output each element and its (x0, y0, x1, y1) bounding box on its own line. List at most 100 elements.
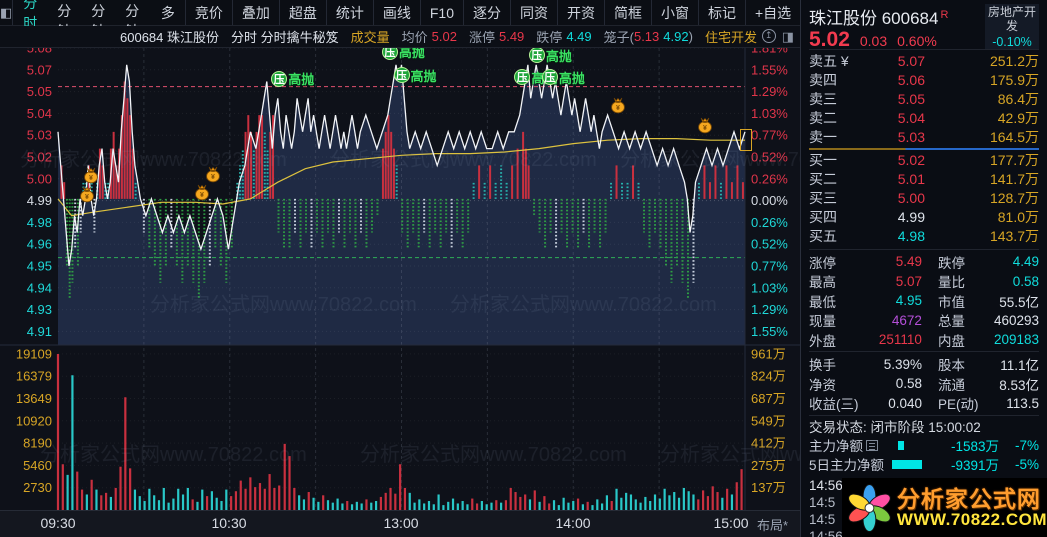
stat-label: 流通 (938, 377, 965, 393)
price-change-pct: 0.60% (897, 33, 937, 49)
stat-value: 0.58 (895, 376, 922, 392)
tool-item-6[interactable]: 逐分 (463, 0, 510, 25)
ask-volume: 164.5万 (989, 129, 1039, 146)
ask-label: 卖四 (809, 72, 837, 89)
time-tick-09:30: 09:30 (40, 515, 76, 531)
bid-row-4[interactable]: 买五 4.98 143.7万 (809, 227, 1039, 246)
stat-label: 收益(三) (809, 397, 859, 413)
stat-value: 0.040 (888, 395, 922, 411)
bid-row-1[interactable]: 买二 5.01 141.7万 (809, 170, 1039, 189)
stat-label: 涨停 (809, 255, 836, 271)
ask-price: 5.04 (897, 110, 925, 127)
price-axis-label: 5.03 (27, 128, 52, 143)
ask-label: 卖三 (809, 91, 837, 108)
tool-item-7[interactable]: 同资 (510, 0, 557, 25)
volume-amount-label: 824万 (751, 369, 786, 384)
vendor-url[interactable]: WWW.70822.COM (897, 510, 1047, 529)
volume-indicator-label[interactable]: 成交量 (351, 27, 390, 46)
price-axis-label: 5.07 (27, 62, 52, 77)
panel-layout-icon[interactable]: ◨ (782, 29, 794, 45)
ask-row-4[interactable]: 卖一 5.03 164.5万 (809, 128, 1039, 147)
tool-item-0[interactable]: 竞价 (184, 0, 232, 25)
cage-lower-value: 4.92 (663, 29, 689, 44)
industry-box[interactable]: 房地产开发 -0.10% (985, 4, 1039, 49)
chart-header: 600684 珠江股份 分时 分时擒牛秘笈 成交量 均价 5.02 涨停 5.4… (0, 26, 800, 48)
cage-label: 笼子( (603, 30, 634, 45)
tool-item-9[interactable]: 简框 (604, 0, 651, 25)
bid-row-3[interactable]: 买四 4.99 81.0万 (809, 208, 1039, 227)
stat-value: 113.5 (1006, 395, 1039, 411)
tool-item-1[interactable]: 叠加 (231, 0, 279, 25)
ask-levels: 卖五 ¥ 5.07 251.2万 卖四 5.06 175.9万 卖三 5.05 86.4万 卖二 5… (809, 52, 1039, 147)
price-axis-label: 4.96 (27, 237, 52, 252)
bid-label: 买五 (809, 228, 837, 245)
flow5-value: -9391万 (950, 458, 999, 474)
stock-app-window: ◧ 分时1分钟5分钟15分钟更多 〉 竞价叠加超盘统计画线F10逐分同资开资简框… (0, 0, 1047, 537)
ask-row-2[interactable]: 卖三 5.05 86.4万 (809, 90, 1039, 109)
bid-row-0[interactable]: 买一 5.02 177.7万 (809, 151, 1039, 170)
stat-value: 0.58 (1012, 273, 1039, 289)
tool-item-3[interactable]: 统计 (325, 0, 373, 25)
sidebar-toggle-icon[interactable]: ◧ (0, 0, 14, 25)
ask-price: 5.03 (897, 129, 925, 146)
avg-price-value: 5.02 (431, 29, 457, 44)
tool-item-5[interactable]: F10 (419, 0, 463, 25)
ask-row-0[interactable]: 卖五 ¥ 5.07 251.2万 (809, 52, 1039, 71)
stats-row-0: 涨停 5.49 跌停 4.49 (809, 252, 1039, 272)
pct-axis-label: 1.29% (751, 84, 788, 99)
ask-volume: 175.9万 (989, 72, 1039, 89)
sector-tag[interactable]: 住宅开发 (705, 27, 757, 46)
stat-value: 5.07 (895, 273, 922, 289)
tool-item-8[interactable]: 开资 (557, 0, 604, 25)
tool-item-4[interactable]: 画线 (372, 0, 420, 25)
bid-volume: 141.7万 (989, 171, 1039, 188)
stat-label: PE(动) (938, 397, 979, 413)
ask-row-3[interactable]: 卖二 5.04 42.9万 (809, 109, 1039, 128)
main-flow-bar (898, 440, 904, 450)
last-price: 5.02 (809, 28, 850, 51)
stat-label: 跌停 (938, 255, 965, 271)
chart-code-name: 600684 珠江股份 (120, 30, 219, 45)
pct-axis-label: 0.52% (751, 150, 788, 165)
ask-row-1[interactable]: 卖四 5.06 175.9万 (809, 71, 1039, 90)
bid-label: 买四 (809, 209, 837, 226)
stats-row-2: 最低 4.95 市值 55.5亿 (809, 291, 1039, 311)
bid-row-2[interactable]: 买三 5.00 128.7万 (809, 189, 1039, 208)
margin-tag: R (940, 9, 949, 22)
stat-label: 总量 (937, 314, 965, 330)
tool-item-2[interactable]: 超盘 (278, 0, 326, 25)
price-axis-label: 5.00 (27, 171, 52, 186)
vendor-name: 分析家公式网 (896, 485, 1041, 512)
stat-label: 内盘 (937, 333, 965, 349)
price-axis-label: 4.94 (27, 280, 52, 295)
layout-corner-label[interactable]: 布局* (757, 515, 788, 534)
main-flow-pct: -7% (1014, 437, 1039, 453)
pct-axis-label: 1.55% (751, 62, 788, 77)
tool-item-11[interactable]: 标记 (698, 0, 745, 25)
bid-price: 4.98 (897, 228, 925, 245)
price-axis-label: 4.91 (27, 324, 52, 339)
tool-item-12[interactable]: +自选 (745, 0, 800, 25)
stat-label: 外盘 (809, 333, 836, 349)
bid-volume: 128.7万 (989, 190, 1039, 207)
bid-label: 买三 (809, 190, 837, 207)
cage-upper-value: 5.13 (633, 29, 660, 44)
tool-item-10[interactable]: 小窗 (651, 0, 698, 25)
expand-up-icon[interactable]: ↥ (761, 28, 776, 43)
avg-price-label: 均价 (401, 30, 428, 45)
stat-value: 5.49 (895, 254, 922, 270)
volume-axis-label: 2730 (23, 480, 52, 495)
cage-close-paren: ) (688, 29, 693, 44)
stock-name-code[interactable]: 珠江股份 600684 (809, 9, 938, 28)
bid-price: 5.01 (897, 171, 925, 188)
price-axis-label: 5.08 (27, 48, 52, 56)
main-flow-value: -1583万 (950, 439, 999, 455)
limit-up-label: 涨停 (468, 30, 495, 45)
industry-change: -0.10% (992, 34, 1032, 49)
pct-axis-label: 0.77% (751, 259, 788, 274)
intraday-chart[interactable]: 5.08 5.07 5.05 5.04 5.03 5.02 5.00 4.99 4.98 4.96… (0, 48, 800, 510)
pct-axis-label: 0.00% (751, 193, 788, 208)
time-tick-10:30: 10:30 (211, 515, 247, 531)
main-flow-label: 主力净额 (809, 439, 863, 455)
list-icon[interactable] (866, 439, 878, 451)
